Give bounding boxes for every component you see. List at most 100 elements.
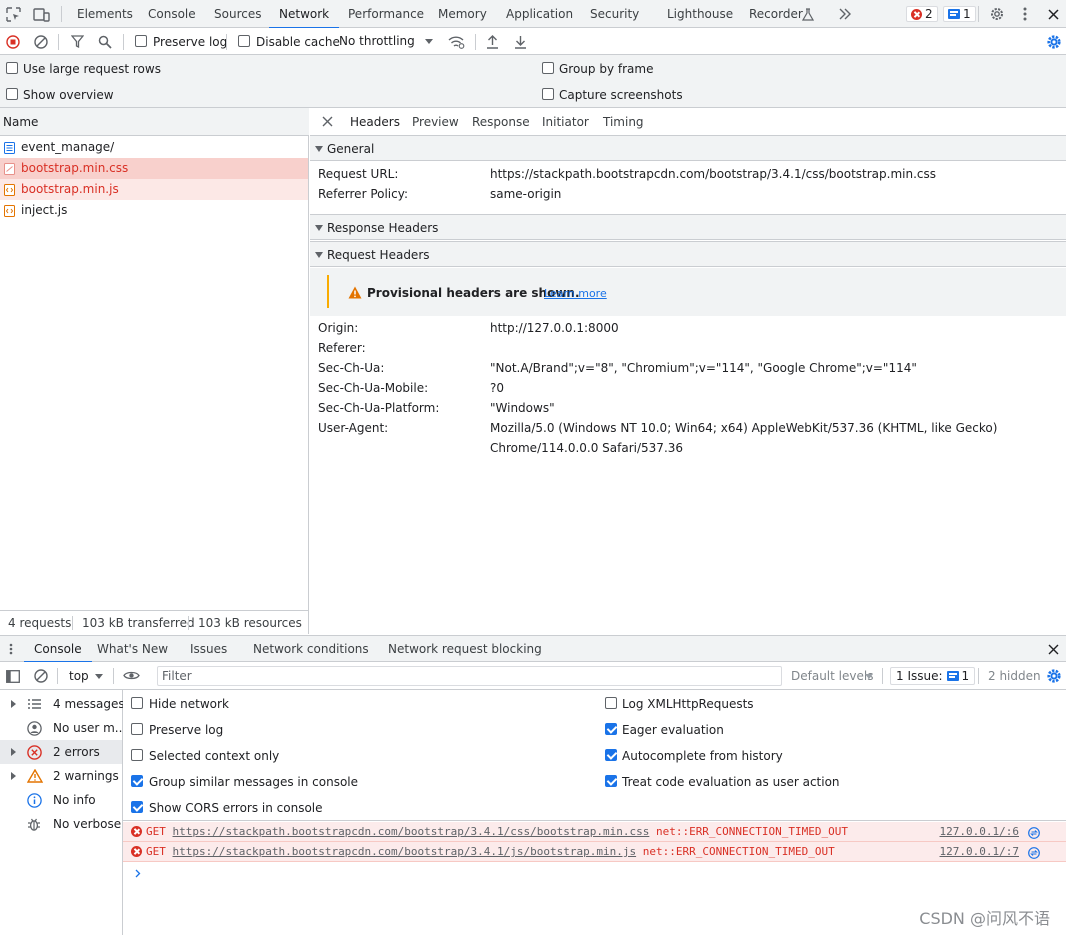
tab-sources[interactable]: Sources bbox=[214, 0, 261, 28]
preserve-log-checkbox[interactable] bbox=[131, 723, 143, 735]
name-column-header[interactable]: Name bbox=[0, 108, 309, 136]
tab-memory[interactable]: Memory bbox=[438, 0, 487, 28]
issues-badge-button[interactable]: 1 Issue: 1 bbox=[890, 667, 976, 685]
selected-context-label: Selected context only bbox=[149, 749, 280, 763]
sidebar-toggle-icon[interactable] bbox=[6, 669, 20, 683]
user-icon bbox=[26, 720, 42, 736]
treat-code-eval-checkbox[interactable] bbox=[605, 775, 617, 787]
more-options-icon[interactable] bbox=[1018, 6, 1032, 22]
live-expression-eye-icon[interactable] bbox=[122, 669, 140, 682]
header-value: https://stackpath.bootstrapcdn.com/boots… bbox=[490, 167, 936, 181]
learn-more-link[interactable]: Learn more bbox=[544, 286, 607, 302]
chevron-down-icon bbox=[424, 37, 434, 45]
close-drawer-icon[interactable] bbox=[1047, 643, 1059, 655]
tab-response[interactable]: Response bbox=[472, 108, 530, 136]
drawer-tab-console[interactable]: Console bbox=[24, 636, 92, 663]
disable-cache-checkbox[interactable] bbox=[238, 35, 250, 47]
drawer-menu-icon[interactable] bbox=[7, 642, 15, 656]
clear-console-icon[interactable] bbox=[33, 668, 48, 683]
console-filter-input[interactable] bbox=[157, 666, 782, 686]
console-error-row: GET https://stackpath.bootstrapcdn.com/b… bbox=[123, 842, 1066, 862]
preserve-log-label: Preserve log bbox=[153, 35, 228, 49]
capture-screenshots-checkbox[interactable] bbox=[542, 88, 554, 100]
tab-timing[interactable]: Timing bbox=[603, 108, 644, 136]
close-devtools-icon[interactable] bbox=[1046, 7, 1060, 21]
general-section-header[interactable]: General bbox=[310, 135, 1066, 161]
export-har-icon[interactable] bbox=[513, 34, 528, 49]
eager-evaluation-label: Eager evaluation bbox=[622, 723, 724, 737]
inspect-element-icon[interactable] bbox=[5, 6, 21, 22]
tab-application[interactable]: Application bbox=[506, 0, 573, 28]
network-request-icon[interactable] bbox=[1027, 826, 1040, 839]
preserve-log-label: Preserve log bbox=[149, 723, 224, 737]
network-conditions-icon[interactable] bbox=[447, 34, 465, 49]
group-similar-checkbox[interactable] bbox=[131, 775, 143, 787]
tab-initiator[interactable]: Initiator bbox=[542, 108, 589, 136]
tab-headers[interactable]: Headers bbox=[340, 108, 410, 137]
close-details-icon[interactable] bbox=[321, 115, 333, 127]
drawer-tab-network-conditions[interactable]: Network conditions bbox=[253, 636, 369, 662]
source-link[interactable]: 127.0.0.1/:6 bbox=[940, 822, 1019, 842]
more-tabs-icon[interactable] bbox=[837, 7, 853, 21]
tab-security[interactable]: Security bbox=[590, 0, 639, 28]
sidebar-item-info[interactable]: No info bbox=[0, 788, 122, 812]
clear-icon[interactable] bbox=[33, 34, 48, 49]
large-rows-label: Use large request rows bbox=[23, 62, 161, 76]
preserve-log-checkbox[interactable] bbox=[135, 35, 147, 47]
search-icon[interactable] bbox=[97, 34, 112, 49]
info-icon bbox=[26, 792, 42, 808]
default-levels-dropdown[interactable]: Default levels bbox=[791, 669, 873, 683]
network-request-icon[interactable] bbox=[1027, 846, 1040, 859]
filter-icon[interactable] bbox=[70, 34, 85, 49]
header-key: Request URL: bbox=[318, 167, 399, 181]
eager-evaluation-checkbox[interactable] bbox=[605, 723, 617, 735]
tab-lighthouse[interactable]: Lighthouse bbox=[667, 0, 733, 28]
tab-recorder[interactable]: Recorder bbox=[749, 0, 803, 28]
tab-console[interactable]: Console bbox=[148, 0, 196, 28]
request-row-inject-js[interactable]: inject.js bbox=[0, 200, 308, 221]
tab-preview[interactable]: Preview bbox=[412, 108, 459, 136]
log-xhr-checkbox[interactable] bbox=[605, 697, 617, 709]
sidebar-item-errors[interactable]: 2 errors bbox=[0, 740, 122, 764]
request-row-bootstrap-js[interactable]: bootstrap.min.js bbox=[0, 179, 308, 200]
drawer-tab-issues[interactable]: Issues bbox=[190, 636, 227, 662]
request-count: 4 requests bbox=[8, 616, 72, 630]
source-link[interactable]: 127.0.0.1/:7 bbox=[940, 842, 1019, 862]
error-url-link[interactable]: https://stackpath.bootstrapcdn.com/boots… bbox=[173, 845, 637, 858]
selected-context-checkbox[interactable] bbox=[131, 749, 143, 761]
request-row-bootstrap-css[interactable]: bootstrap.min.css bbox=[0, 158, 308, 179]
request-method: GET bbox=[146, 845, 166, 858]
tab-performance[interactable]: Performance bbox=[348, 0, 424, 28]
tab-elements[interactable]: Elements bbox=[77, 0, 133, 28]
show-cors-errors-checkbox[interactable] bbox=[131, 801, 143, 813]
device-toolbar-icon[interactable] bbox=[33, 6, 50, 22]
record-stop-icon[interactable] bbox=[5, 34, 20, 49]
response-headers-section-header[interactable]: Response Headers bbox=[310, 214, 1066, 240]
tab-network[interactable]: Network bbox=[268, 0, 340, 29]
issue-count-badge[interactable]: 1 bbox=[943, 6, 976, 22]
autocomplete-history-checkbox[interactable] bbox=[605, 749, 617, 761]
error-url-link[interactable]: https://stackpath.bootstrapcdn.com/boots… bbox=[173, 825, 650, 838]
sidebar-item-warnings[interactable]: 2 warnings bbox=[0, 764, 122, 788]
request-row-event-manage[interactable]: event_manage/ bbox=[0, 137, 308, 158]
context-selector[interactable]: top bbox=[69, 669, 89, 683]
sidebar-item-verbose[interactable]: No verbose bbox=[0, 812, 122, 836]
drawer-tab-request-blocking[interactable]: Network request blocking bbox=[388, 636, 542, 662]
sidebar-item-user-messages[interactable]: No user m... bbox=[0, 716, 126, 740]
large-rows-checkbox[interactable] bbox=[6, 62, 18, 74]
import-har-icon[interactable] bbox=[485, 34, 500, 49]
error-count-badge[interactable]: 2 bbox=[906, 6, 938, 22]
throttling-select[interactable]: No throttling bbox=[339, 28, 415, 55]
settings-gear-icon[interactable] bbox=[989, 6, 1005, 22]
group-by-frame-checkbox[interactable] bbox=[542, 62, 554, 74]
expand-arrow-icon bbox=[11, 700, 16, 708]
request-headers-section-header[interactable]: Request Headers bbox=[310, 241, 1066, 267]
hide-network-checkbox[interactable] bbox=[131, 697, 143, 709]
network-settings-gear-icon[interactable] bbox=[1045, 33, 1062, 50]
expand-triangle-icon bbox=[315, 252, 323, 258]
show-overview-checkbox[interactable] bbox=[6, 88, 18, 100]
issue-icon bbox=[948, 9, 960, 19]
sidebar-item-messages[interactable]: 4 messages bbox=[0, 692, 125, 716]
console-settings-gear-icon[interactable] bbox=[1045, 667, 1062, 684]
drawer-tab-whats-new[interactable]: What's New bbox=[97, 636, 168, 662]
